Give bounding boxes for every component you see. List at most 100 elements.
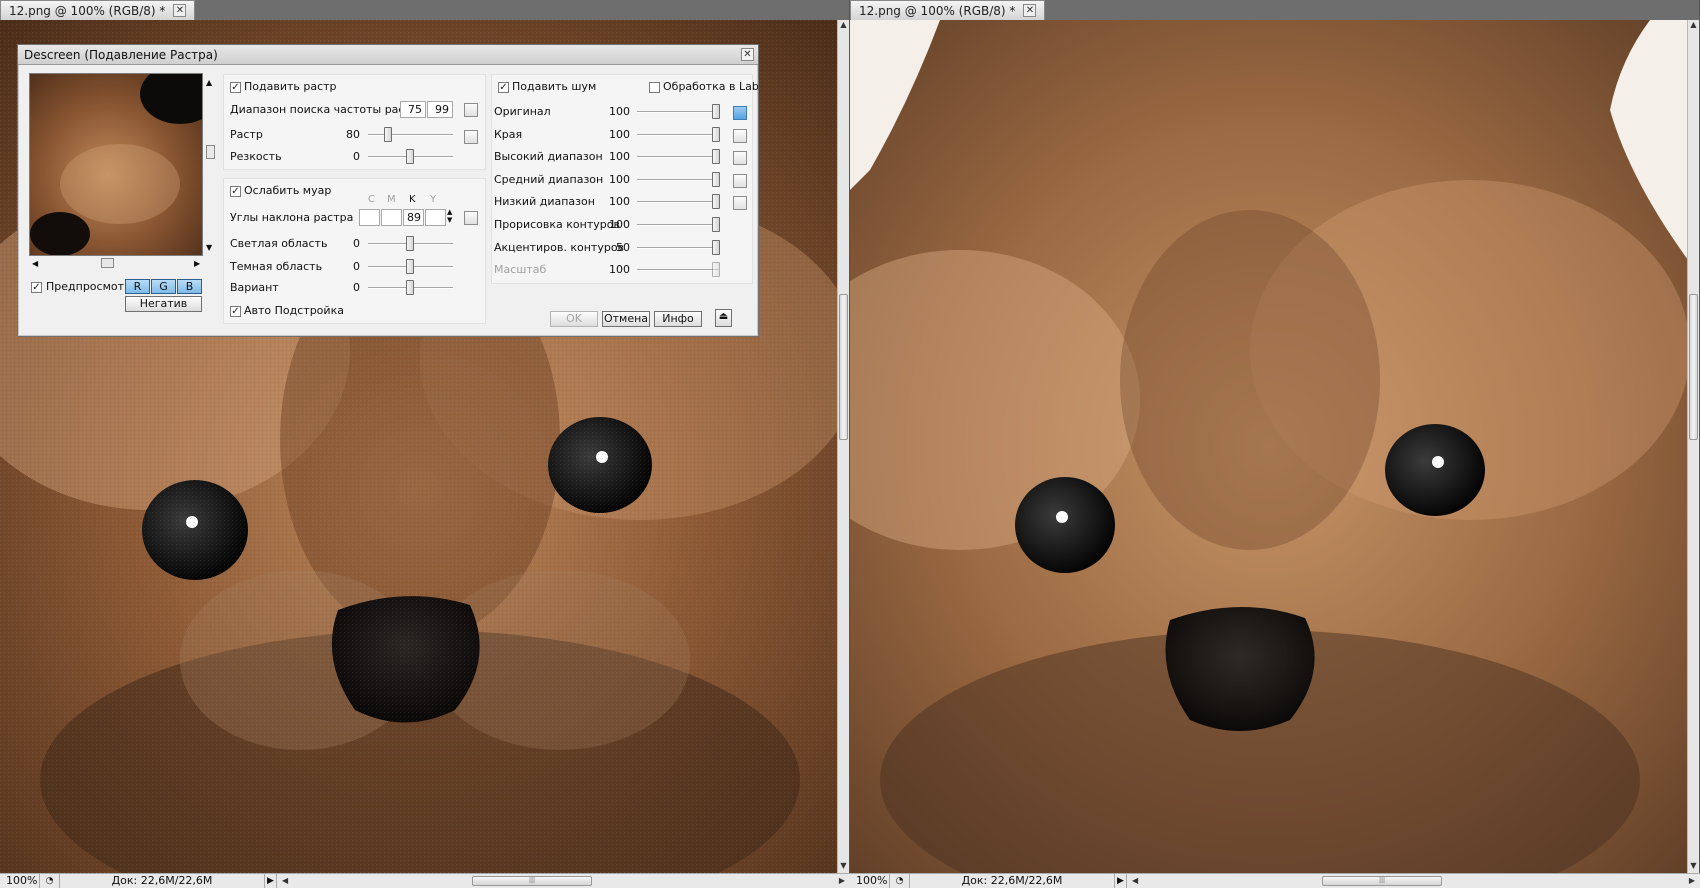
status-bar: 100% ◔ Док: 22,6M/22,6M ▶ ◀ ||| ▶ <box>850 873 1700 888</box>
suppress-raster-checkbox[interactable]: ✓ <box>230 82 241 93</box>
weaken-moire-label: Ослабить муар <box>244 184 332 197</box>
arrow-icon[interactable]: ▲ <box>206 78 212 87</box>
light-area-slider-handle[interactable] <box>406 236 414 251</box>
grip-icon[interactable]: ||| <box>472 876 592 886</box>
angles-option-button[interactable] <box>464 211 478 225</box>
preview-image[interactable] <box>29 73 203 256</box>
channel-g-button[interactable]: G <box>151 279 176 294</box>
arrow-icon[interactable]: ▼ <box>838 861 849 873</box>
noise-row-slider-handle[interactable] <box>712 127 720 142</box>
arrow-icon[interactable]: ◀ <box>32 259 38 268</box>
arrow-icon[interactable]: ▼ <box>1688 861 1699 873</box>
eject-icon[interactable]: ⏏ <box>715 309 732 327</box>
vertical-scrollbar[interactable]: ▲ ▼ <box>837 20 849 873</box>
noise-row-slider-track[interactable] <box>637 134 719 136</box>
raster-slider-handle[interactable] <box>384 127 392 142</box>
noise-row-slider-handle[interactable] <box>712 240 720 255</box>
channel-b-button[interactable]: B <box>177 279 202 294</box>
dark-area-value: 0 <box>353 260 360 273</box>
noise-row-slider-track[interactable] <box>637 179 719 181</box>
arrow-icon[interactable]: ▲ <box>1688 20 1699 32</box>
close-icon[interactable]: ✕ <box>1023 4 1037 17</box>
play-icon[interactable]: ▶ <box>1115 874 1127 888</box>
horizontal-scrollbar[interactable]: ◀ ||| ▶ <box>277 874 850 888</box>
angle-k-input[interactable]: 89 <box>403 209 424 226</box>
negative-button[interactable]: Негатив <box>125 296 202 312</box>
preview-vscroll-thumb[interactable] <box>206 145 215 159</box>
dialog-titlebar[interactable]: Descreen (Подавление Растра) ✕ <box>18 45 758 65</box>
noise-row-slider-handle[interactable] <box>712 194 720 209</box>
channel-r-button[interactable]: R <box>125 279 150 294</box>
noise-row-slider-track[interactable] <box>637 201 719 203</box>
noise-row-label: Высокий диапазон <box>494 150 603 163</box>
raster-option-button[interactable] <box>464 130 478 144</box>
noise-row-slider-handle <box>712 262 720 277</box>
noise-row-slider-handle[interactable] <box>712 149 720 164</box>
arrow-icon[interactable]: ▶ <box>1689 874 1695 888</box>
angle-m-input[interactable] <box>381 209 402 226</box>
cancel-button[interactable]: Отмена <box>602 311 650 327</box>
noise-row-option-button[interactable] <box>733 129 747 143</box>
noise-row-label: Низкий диапазон <box>494 195 595 208</box>
sharpness-slider-handle[interactable] <box>406 149 414 164</box>
noise-row-slider-track[interactable] <box>637 156 719 158</box>
channel-k-label: K <box>409 194 416 205</box>
noise-row-slider-handle[interactable] <box>712 217 720 232</box>
channel-m-label: M <box>387 194 396 205</box>
noise-row-option-button[interactable] <box>733 151 747 165</box>
status-icon[interactable]: ◔ <box>890 874 910 888</box>
status-icon[interactable]: ◔ <box>40 874 60 888</box>
status-bar: 100% ◔ Док: 22,6M/22,6M ▶ ◀ ||| ▶ <box>0 873 850 888</box>
variant-slider-handle[interactable] <box>406 280 414 295</box>
document-tab[interactable]: 12.png @ 100% (RGB/8) * ✕ <box>850 0 1046 20</box>
noise-row-slider-handle[interactable] <box>712 172 720 187</box>
arrow-icon[interactable]: ◀ <box>1132 874 1138 888</box>
vertical-scrollbar[interactable]: ▲ ▼ <box>1687 20 1699 873</box>
info-button[interactable]: Инфо <box>654 311 702 327</box>
close-icon[interactable]: ✕ <box>741 48 754 61</box>
arrow-icon[interactable]: ◀ <box>282 874 288 888</box>
preview-label: Предпросмотр <box>46 280 131 293</box>
search-max-input[interactable]: 99 <box>427 101 453 118</box>
arrow-icon[interactable]: ▶ <box>194 259 200 268</box>
arrow-icon[interactable]: ▶ <box>839 874 845 888</box>
raster-label: Растр <box>230 128 263 141</box>
noise-row-slider-track[interactable] <box>637 111 719 113</box>
image-canvas[interactable] <box>850 20 1688 873</box>
document-tab[interactable]: 12.png @ 100% (RGB/8) * ✕ <box>0 0 196 20</box>
zoom-level[interactable]: 100% <box>850 874 890 888</box>
weaken-moire-checkbox[interactable]: ✓ <box>230 186 241 197</box>
dialog-title: Descreen (Подавление Растра) <box>24 48 218 62</box>
search-min-input[interactable]: 75 <box>400 101 426 118</box>
preview-hscroll-thumb[interactable] <box>101 258 114 268</box>
preview-checkbox[interactable]: ✓ <box>31 282 42 293</box>
angle-c-input[interactable] <box>359 209 380 226</box>
horizontal-scrollbar[interactable]: ◀ ||| ▶ <box>1127 874 1700 888</box>
ok-button[interactable]: OK <box>550 311 598 327</box>
auto-adjust-checkbox[interactable]: ✓ <box>230 306 241 317</box>
noise-row-slider-track[interactable] <box>637 247 719 249</box>
dark-area-slider-handle[interactable] <box>406 259 414 274</box>
raster-slider-track[interactable] <box>368 134 453 136</box>
noise-row-option-button[interactable] <box>733 196 747 210</box>
angle-stepper-icon[interactable]: ▲ ▼ <box>447 208 452 224</box>
noise-row-slider-track[interactable] <box>637 224 719 226</box>
arrow-icon[interactable]: ▲ <box>838 20 849 32</box>
search-range-option-button[interactable] <box>464 103 478 117</box>
close-icon[interactable]: ✕ <box>173 4 187 17</box>
noise-row-option-button[interactable] <box>733 174 747 188</box>
suppress-noise-label: Подавить шум <box>512 80 597 93</box>
doc-size: Док: 22,6M/22,6M <box>60 874 265 888</box>
arrow-icon[interactable]: ▼ <box>206 243 212 252</box>
play-icon[interactable]: ▶ <box>265 874 277 888</box>
scroll-thumb[interactable] <box>1689 294 1698 440</box>
grip-icon[interactable]: ||| <box>1322 876 1442 886</box>
lab-processing-checkbox[interactable] <box>649 82 660 93</box>
angle-y-input[interactable] <box>425 209 446 226</box>
noise-row-option-button[interactable] <box>733 106 747 120</box>
noise-row-slider-handle[interactable] <box>712 104 720 119</box>
scroll-thumb[interactable] <box>839 294 848 440</box>
descreen-dialog: Descreen (Подавление Растра) ✕ ▲ ▼ ◀ ▶ ✓… <box>17 44 759 337</box>
suppress-noise-checkbox[interactable]: ✓ <box>498 82 509 93</box>
zoom-level[interactable]: 100% <box>0 874 40 888</box>
